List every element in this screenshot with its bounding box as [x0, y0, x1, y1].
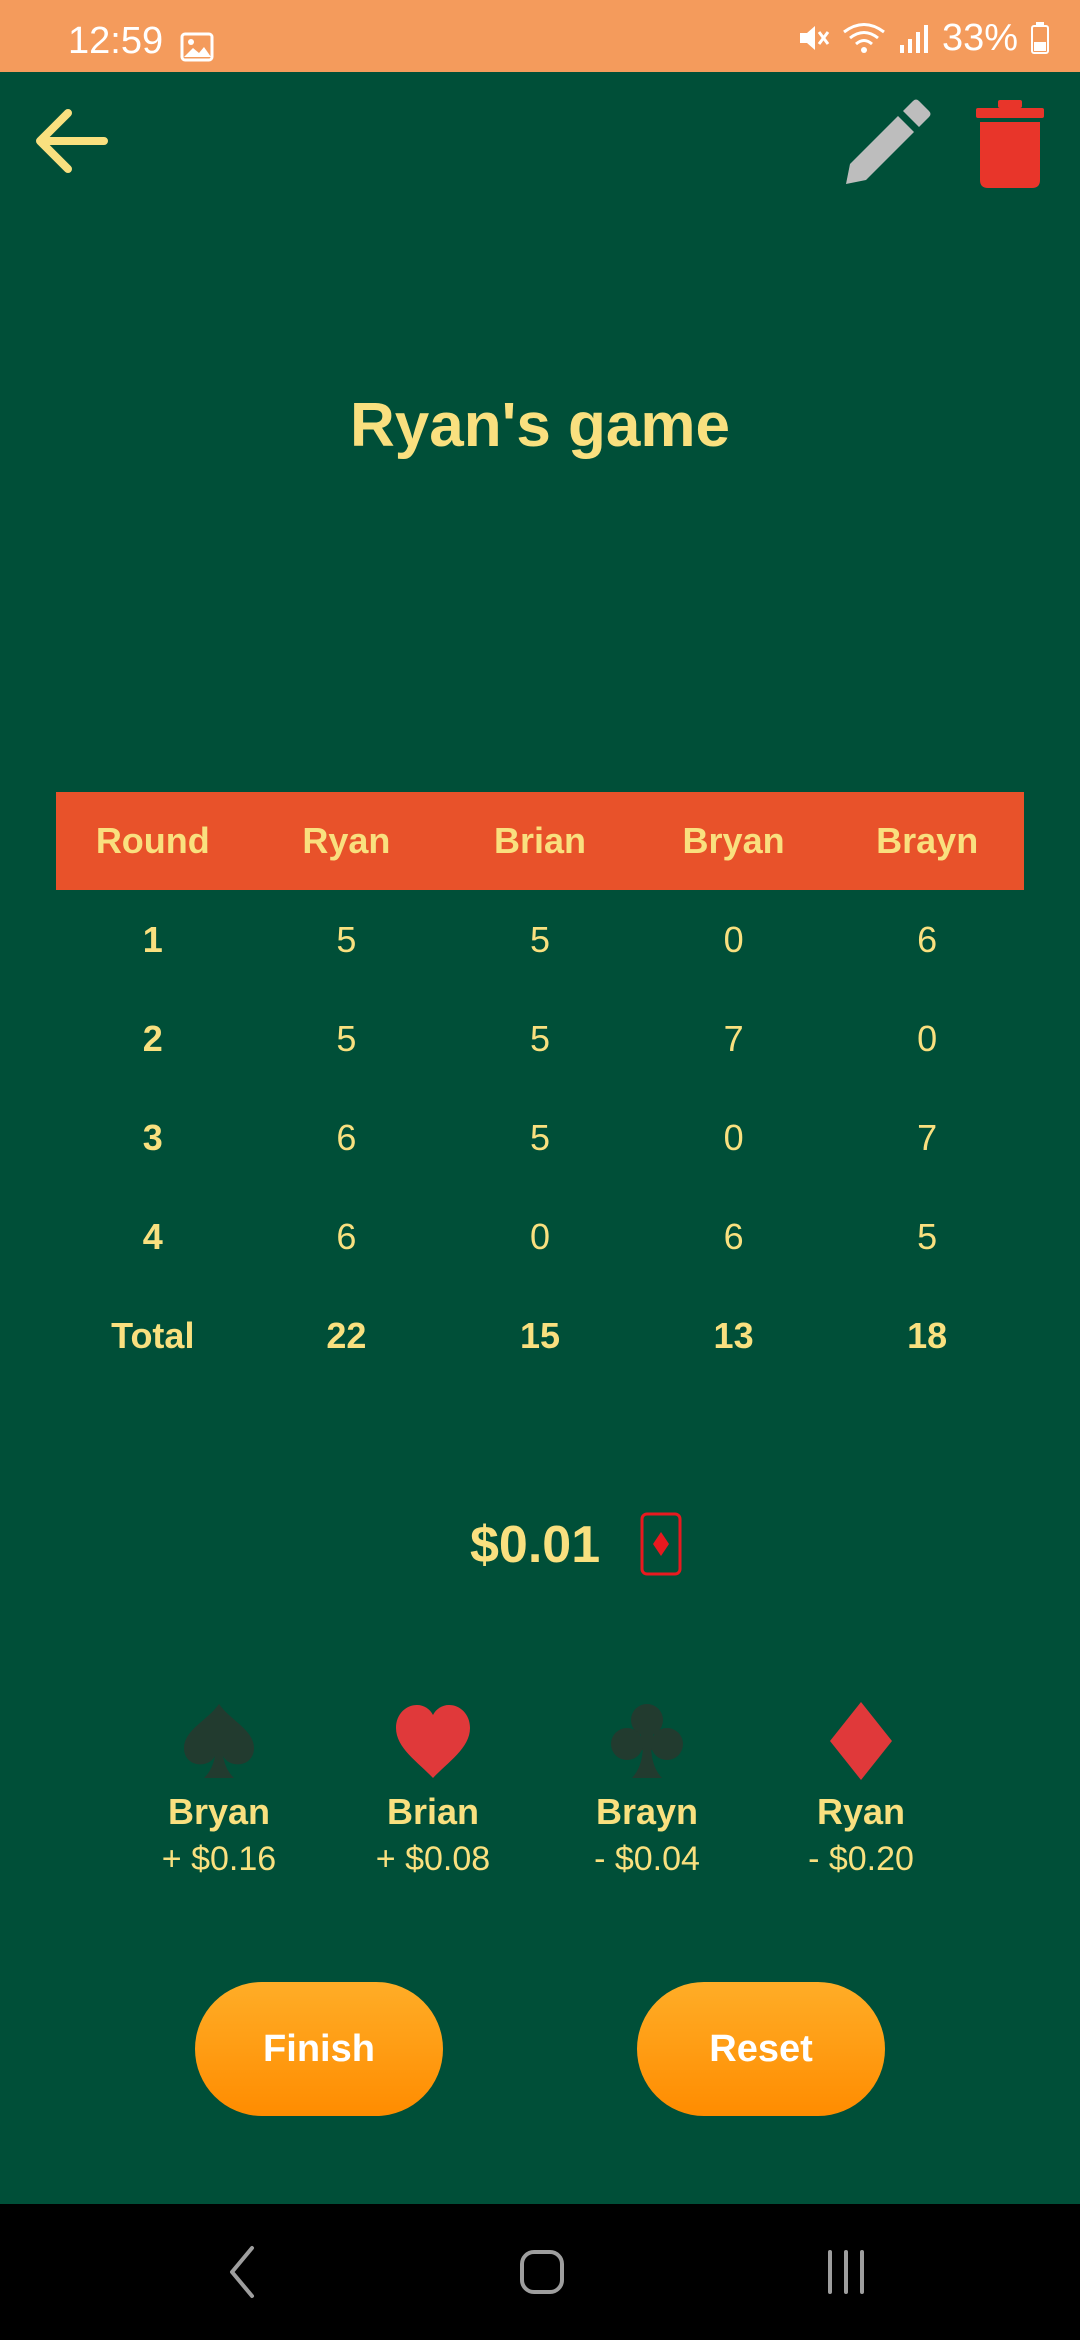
player-amount: + $0.08	[375, 1840, 491, 1879]
total-score: 18	[907, 1314, 948, 1356]
player-result: Bryan + $0.16	[109, 1700, 329, 1880]
header-player: Bryan	[682, 820, 785, 861]
pencil-icon[interactable]	[836, 98, 932, 194]
signal-icon	[899, 25, 928, 53]
finish-button[interactable]: Finish	[195, 1982, 443, 2116]
trash-icon[interactable]	[974, 98, 1046, 190]
score-cell: 5	[529, 1116, 550, 1158]
battery-percent: 33%	[941, 17, 1018, 59]
table-row[interactable]: 2 5 5 7 0	[56, 989, 1024, 1088]
score-cell: 6	[336, 1215, 357, 1257]
total-score: 13	[713, 1314, 754, 1356]
header-player: Brayn	[876, 820, 979, 861]
score-cell: 0	[917, 1017, 938, 1059]
system-nav-bar	[0, 2204, 1080, 2340]
club-icon	[611, 1704, 683, 1778]
table-row[interactable]: 4 6 0 6 5	[56, 1187, 1024, 1286]
score-cell: 5	[917, 1215, 938, 1257]
nav-back-icon[interactable]	[224, 2240, 260, 2304]
nav-home-icon[interactable]	[518, 2240, 566, 2304]
player-result: Brayn - $0.04	[537, 1700, 757, 1880]
score-cell: 5	[336, 1017, 357, 1059]
mute-icon	[799, 26, 830, 50]
round-number: 2	[142, 1017, 163, 1059]
diamond-icon	[830, 1702, 892, 1780]
player-name: Brayn	[595, 1791, 699, 1832]
status-indicators: 33%	[796, 18, 1050, 58]
header-round: Round	[95, 820, 210, 861]
table-row[interactable]: 1 5 5 0 6	[56, 890, 1024, 989]
score-cell: 6	[336, 1116, 357, 1158]
score-table: Round Ryan Brian Bryan Brayn 1 5 5 0 6 2…	[56, 792, 1024, 1385]
heart-icon	[396, 1705, 470, 1778]
table-row[interactable]: 3 6 5 0 7	[56, 1088, 1024, 1187]
player-name: Ryan	[816, 1791, 906, 1832]
round-number: 4	[142, 1215, 163, 1257]
score-cell: 5	[336, 918, 357, 960]
score-cell: 0	[723, 918, 744, 960]
round-number: 1	[142, 918, 163, 960]
score-cell: 7	[917, 1116, 938, 1158]
score-cell: 0	[529, 1215, 550, 1257]
player-result: Ryan - $0.20	[751, 1700, 971, 1880]
round-number: 3	[142, 1116, 163, 1158]
player-amount: + $0.16	[161, 1840, 277, 1879]
pot-area: $0.01	[0, 1510, 1080, 1580]
player-amount: - $0.04	[594, 1840, 700, 1879]
table-header: Round Ryan Brian Bryan Brayn	[56, 792, 1024, 890]
header-player: Brian	[493, 820, 586, 861]
total-score: 15	[519, 1314, 560, 1356]
nav-recents-icon[interactable]	[822, 2240, 870, 2304]
score-cell: 5	[529, 918, 550, 960]
total-row: Total 22 15 13 18	[56, 1286, 1024, 1385]
diamond-card-icon[interactable]	[640, 1512, 682, 1576]
player-amount: - $0.20	[808, 1840, 914, 1879]
total-score: 22	[326, 1314, 367, 1356]
player-result: Brian + $0.08	[323, 1700, 543, 1880]
score-cell: 6	[723, 1215, 744, 1257]
status-time: 12:59	[68, 20, 164, 62]
reset-button[interactable]: Reset	[637, 1982, 885, 2116]
gallery-icon	[180, 32, 214, 62]
player-name: Brian	[386, 1791, 480, 1832]
battery-icon	[1031, 22, 1049, 54]
arrow-left-icon[interactable]	[30, 100, 112, 182]
wifi-icon	[843, 23, 885, 53]
total-label: Total	[111, 1314, 195, 1356]
header-player: Ryan	[302, 820, 391, 861]
score-cell: 0	[723, 1116, 744, 1158]
score-cell: 6	[917, 918, 938, 960]
score-cell: 5	[529, 1017, 550, 1059]
status-bar: 12:59 33%	[0, 0, 1080, 72]
player-name: Bryan	[167, 1791, 271, 1832]
score-cell: 7	[723, 1017, 744, 1059]
page-title: Ryan's game	[349, 391, 731, 460]
pot-amount: $0.01	[470, 1516, 601, 1574]
spade-icon	[184, 1704, 254, 1778]
